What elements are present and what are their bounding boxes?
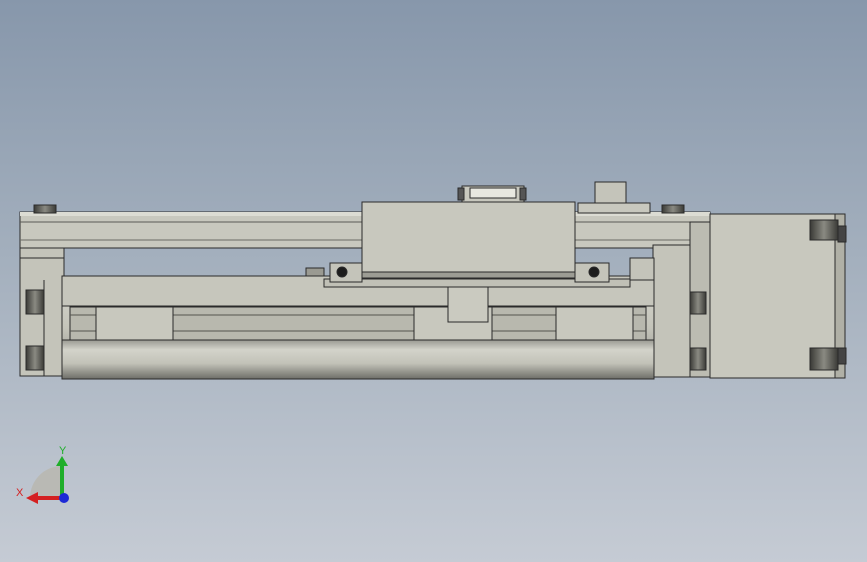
- top-bolt-right: [661, 204, 685, 214]
- left-bolt-top: [25, 289, 45, 315]
- x-axis-label: X: [16, 487, 24, 499]
- top-bolt-left: [33, 204, 57, 214]
- right-bolt-bottom: [689, 347, 707, 371]
- bearing-block-left[interactable]: [95, 306, 174, 341]
- motor-bolt-bottom: [809, 347, 839, 371]
- cad-viewport[interactable]: Y X: [0, 0, 867, 562]
- axis-triad: Y X: [16, 445, 69, 504]
- bearing-block-right[interactable]: [555, 306, 634, 341]
- carriage-screw-right: [588, 266, 600, 278]
- y-axis-label: Y: [59, 445, 67, 457]
- left-bolt-bottom: [25, 345, 45, 371]
- right-stop-block[interactable]: [629, 257, 655, 281]
- z-axis-dot: [59, 493, 69, 503]
- motor-bolt-top: [809, 219, 839, 241]
- triad-plane: [30, 466, 62, 498]
- carriage-block[interactable]: [361, 201, 576, 279]
- linear-actuator-model[interactable]: [19, 181, 847, 380]
- model-canvas[interactable]: Y X: [0, 0, 867, 562]
- post-bracket[interactable]: [594, 181, 627, 205]
- right-bolt-top: [689, 291, 707, 315]
- slider-connector[interactable]: [447, 282, 489, 323]
- carriage-screw-left: [336, 266, 348, 278]
